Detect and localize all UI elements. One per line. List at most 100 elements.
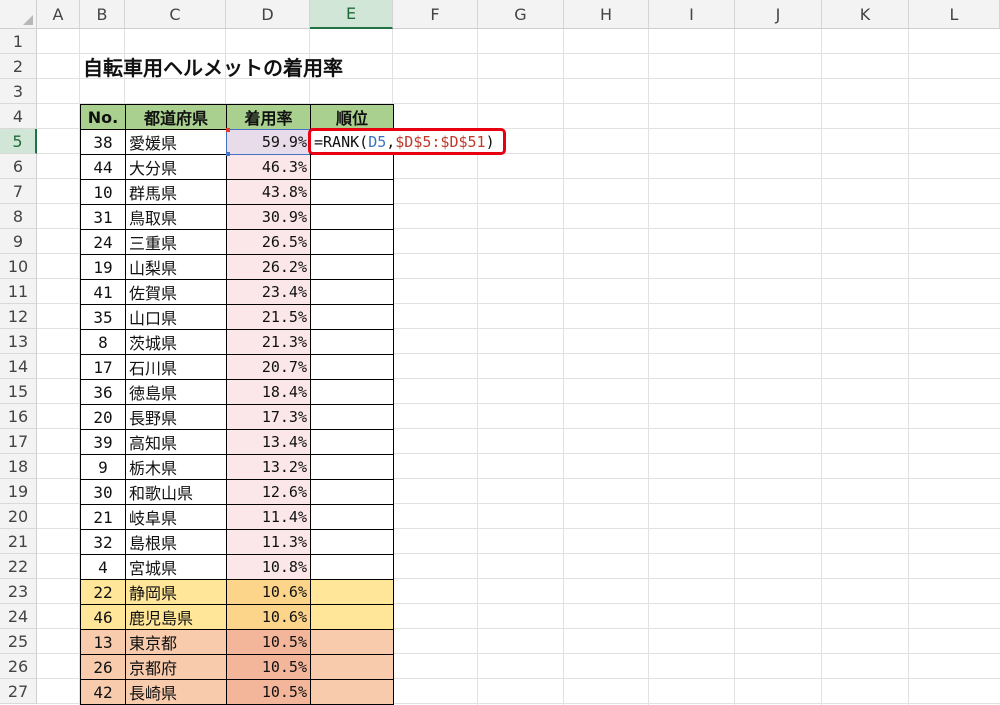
table-cell-rate[interactable]: 13.4% (226, 429, 311, 455)
table-cell-rank[interactable] (310, 479, 394, 505)
table-cell-rate[interactable]: 10.5% (226, 679, 311, 705)
column-header-d[interactable]: D (226, 0, 310, 29)
table-cell-rank[interactable] (310, 454, 394, 480)
row-header-16[interactable]: 16 (0, 404, 37, 429)
table-cell-no[interactable]: 35 (80, 304, 126, 330)
table-cell-no[interactable]: 30 (80, 479, 126, 505)
table-cell-rank[interactable] (310, 554, 394, 580)
table-cell-no[interactable]: 9 (80, 454, 126, 480)
table-header-cell[interactable]: 着用率 (226, 104, 311, 130)
table-cell-no[interactable]: 44 (80, 154, 126, 180)
table-header-cell[interactable]: No. (80, 104, 126, 130)
table-cell-prefecture[interactable]: 京都府 (125, 654, 227, 680)
table-cell-rank[interactable] (310, 604, 394, 630)
table-cell-prefecture[interactable]: 山口県 (125, 304, 227, 330)
table-cell-rank[interactable] (310, 379, 394, 405)
table-cell-prefecture[interactable]: 群馬県 (125, 179, 227, 205)
table-cell-prefecture[interactable]: 三重県 (125, 229, 227, 255)
table-cell-prefecture[interactable]: 島根県 (125, 529, 227, 555)
table-cell-prefecture[interactable]: 宮城県 (125, 554, 227, 580)
table-cell-prefecture[interactable]: 愛媛県 (125, 129, 227, 155)
table-cell-prefecture[interactable]: 佐賀県 (125, 279, 227, 305)
table-cell-no[interactable]: 24 (80, 229, 126, 255)
row-header-12[interactable]: 12 (0, 304, 37, 329)
row-header-20[interactable]: 20 (0, 504, 37, 529)
column-header-h[interactable]: H (564, 0, 649, 29)
table-cell-prefecture[interactable]: 徳島県 (125, 379, 227, 405)
table-header-cell[interactable]: 都道府県 (125, 104, 227, 130)
table-cell-rate[interactable]: 10.5% (226, 629, 311, 655)
table-cell-no[interactable]: 4 (80, 554, 126, 580)
table-cell-rank[interactable] (310, 304, 394, 330)
column-header-k[interactable]: K (822, 0, 909, 29)
table-cell-rate[interactable]: 23.4% (226, 279, 311, 305)
table-cell-rank[interactable] (310, 279, 394, 305)
table-cell-no[interactable]: 32 (80, 529, 126, 555)
table-cell-rate[interactable]: 12.6% (226, 479, 311, 505)
table-cell-prefecture[interactable]: 和歌山県 (125, 479, 227, 505)
spreadsheet-grid[interactable]: ABCDEFGHIJKL 1 2 3 4 5 6 7 8 9 10 11 12 13 14 15 16 17 18… (0, 0, 1000, 705)
table-cell-rate[interactable]: 11.3% (226, 529, 311, 555)
column-header-a[interactable]: A (37, 0, 80, 29)
table-cell-rate[interactable]: 13.2% (226, 454, 311, 480)
row-header-22[interactable]: 22 (0, 554, 37, 579)
column-header-b[interactable]: B (80, 0, 125, 29)
row-header-3[interactable]: 3 (0, 79, 37, 104)
row-header-27[interactable]: 27 (0, 679, 37, 704)
table-cell-rate[interactable]: 21.5% (226, 304, 311, 330)
row-header-10[interactable]: 10 (0, 254, 37, 279)
sheet-title[interactable]: 自転車用ヘルメットの着用率 (83, 54, 343, 80)
table-cell-no[interactable]: 21 (80, 504, 126, 530)
row-header-17[interactable]: 17 (0, 429, 37, 454)
row-header-23[interactable]: 23 (0, 579, 37, 604)
table-cell-no[interactable]: 13 (80, 629, 126, 655)
table-cell-rank[interactable] (310, 579, 394, 605)
table-cell-rank[interactable] (310, 629, 394, 655)
table-cell-no[interactable]: 38 (80, 129, 126, 155)
row-header-5[interactable]: 5 (0, 129, 37, 154)
table-cell-rate[interactable]: 30.9% (226, 204, 311, 230)
table-cell-rank[interactable] (310, 504, 394, 530)
row-header-7[interactable]: 7 (0, 179, 37, 204)
table-cell-rank[interactable] (310, 204, 394, 230)
row-header-8[interactable]: 8 (0, 204, 37, 229)
active-cell-formula-e5[interactable]: =RANK(D5, $D$5:$D$51) (308, 128, 506, 155)
table-cell-rate[interactable]: 21.3% (226, 329, 311, 355)
table-cell-rank[interactable] (310, 329, 394, 355)
row-header-1[interactable]: 1 (0, 29, 37, 54)
row-header-25[interactable]: 25 (0, 629, 37, 654)
table-cell-rank[interactable] (310, 254, 394, 280)
table-cell-rank[interactable] (310, 154, 394, 180)
table-cell-prefecture[interactable]: 茨城県 (125, 329, 227, 355)
table-cell-rate[interactable]: 18.4% (226, 379, 311, 405)
row-header-19[interactable]: 19 (0, 479, 37, 504)
row-header-15[interactable]: 15 (0, 379, 37, 404)
table-cell-prefecture[interactable]: 岐阜県 (125, 504, 227, 530)
table-cell-no[interactable]: 36 (80, 379, 126, 405)
row-header-13[interactable]: 13 (0, 329, 37, 354)
table-cell-no[interactable]: 10 (80, 179, 126, 205)
table-cell-no[interactable]: 8 (80, 329, 126, 355)
table-cell-rate[interactable]: 20.7% (226, 354, 311, 380)
row-header-11[interactable]: 11 (0, 279, 37, 304)
table-cell-rank[interactable] (310, 229, 394, 255)
table-cell-rate[interactable]: 46.3% (226, 154, 311, 180)
column-header-i[interactable]: I (649, 0, 735, 29)
table-cell-rate[interactable]: 10.5% (226, 654, 311, 680)
table-cell-prefecture[interactable]: 鹿児島県 (125, 604, 227, 630)
table-cell-no[interactable]: 22 (80, 579, 126, 605)
table-cell-no[interactable]: 39 (80, 429, 126, 455)
column-header-j[interactable]: J (735, 0, 822, 29)
table-cell-rank[interactable] (310, 679, 394, 705)
table-cell-rank[interactable] (310, 354, 394, 380)
table-cell-rate[interactable]: 10.6% (226, 604, 311, 630)
row-header-21[interactable]: 21 (0, 529, 37, 554)
table-header-cell[interactable]: 順位 (310, 104, 394, 130)
table-cell-rate[interactable]: 10.6% (226, 579, 311, 605)
column-header-c[interactable]: C (125, 0, 226, 29)
table-cell-rank[interactable] (310, 179, 394, 205)
column-header-e[interactable]: E (310, 0, 393, 29)
row-header-18[interactable]: 18 (0, 454, 37, 479)
row-header-26[interactable]: 26 (0, 654, 37, 679)
table-cell-rate[interactable]: 26.2% (226, 254, 311, 280)
